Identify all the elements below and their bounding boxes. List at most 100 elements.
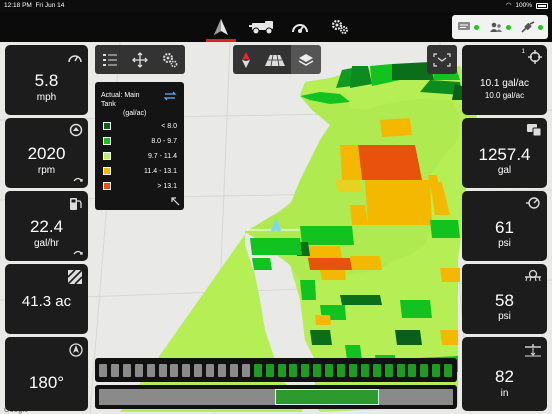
boom-section-indicator[interactable] [301,364,310,377]
boom-section-indicator[interactable] [384,364,393,377]
zoom-extents-button[interactable] [427,45,457,74]
tab-machine[interactable] [246,14,280,40]
collapse-arrow-icon[interactable] [171,197,180,206]
boom-section-indicator[interactable] [241,364,250,377]
fuel-rate-tile[interactable]: 22.4 gal/hr [5,191,88,261]
boom-sections-bar[interactable] [95,358,457,382]
legend-row: > 13.1 [103,182,177,190]
tab-settings[interactable] [326,14,354,40]
area-value: 41.3 ac [21,293,72,310]
boom-section-indicator[interactable] [229,364,238,377]
legend-range-label: < 8.0 [161,122,177,130]
boom-section-indicator[interactable] [444,364,453,377]
boom-section-indicator[interactable] [420,364,429,377]
boom-height-tile[interactable]: 82 in [462,337,547,411]
users-status[interactable] [489,21,511,33]
status-date: Fri Jun 14 [35,2,65,9]
boom-section-indicator[interactable] [122,364,131,377]
engine-rpm-tile[interactable]: 2020 rpm [5,118,88,188]
status-right: ◠ 100% [506,0,548,12]
boom-section-indicator[interactable] [289,364,298,377]
boom-section-indicator[interactable] [134,364,143,377]
boom-section-indicator[interactable] [265,364,274,377]
status-bar: 12:18 PM Fri Jun 14 ◠ 100% [0,0,552,12]
boom-section-indicator[interactable] [182,364,191,377]
swap-arrows-icon[interactable] [163,91,177,101]
boom-section-indicator[interactable] [325,364,334,377]
legend-row: 11.4 - 13.1 [103,167,177,175]
pump-pressure-tile[interactable]: 61 psi [462,191,547,261]
tab-gauges[interactable] [286,14,314,40]
boom-section-indicator[interactable] [408,364,417,377]
map-pan-button[interactable] [125,45,155,74]
boom-section-indicator[interactable] [158,364,167,377]
legend-range-label: 8.0 - 9.7 [151,137,177,145]
boom-section-indicator[interactable] [313,364,322,377]
north-arrow-icon [242,51,250,68]
application-rate-tile[interactable]: 1 10.1 gal/ac 10.0 gal/ac [462,45,547,115]
boom-section-indicator[interactable] [396,364,405,377]
battery-icon [536,3,548,9]
north-up-button[interactable] [233,45,259,74]
map-layers-button[interactable] [291,45,321,74]
top-navigation-bar [0,12,552,42]
boom-section-indicator[interactable] [372,364,381,377]
perspective-grid-icon [265,54,285,66]
master-track-left [99,389,275,405]
target-rate-icon [528,50,542,64]
boom-section-indicator[interactable] [277,364,286,377]
connection-ok-indicator [538,24,543,30]
boom-section-indicator[interactable] [99,364,107,377]
map-legend[interactable]: Actual: Main Tank (gal/ac) < 8.0 8.0 - 9… [95,82,184,210]
guidance-arrow-icon [214,19,228,35]
boom-section-indicator[interactable] [432,364,441,377]
legend-swatch [103,182,111,190]
area-tile[interactable]: 41.3 ac [5,264,88,334]
battery-percent: 100% [515,2,532,9]
list-icon [103,53,117,66]
boom-section-indicator[interactable] [206,364,215,377]
map-settings-button[interactable] [155,45,185,74]
legend-title-line2: Tank [101,101,116,108]
compass-icon [69,343,83,357]
boom-section-indicator[interactable] [170,364,179,377]
boom-pressure-tile[interactable]: 58 psi [462,264,547,334]
boom-section-indicator[interactable] [348,364,357,377]
boom-section-indicator[interactable] [194,364,203,377]
master-active-fill [275,389,379,405]
tank-volume-tile[interactable]: 1257.4 gal [462,118,547,188]
boom-section-indicator[interactable] [253,364,262,377]
actual-rate-value: 10.1 gal/ac [480,78,529,89]
master-switch-bar[interactable] [95,385,457,409]
boom-section-indicator[interactable] [110,364,119,377]
legend-row: < 8.0 [103,122,177,130]
legend-title: Actual: Main Tank [101,91,140,109]
pan-icon [132,51,148,68]
messages-status[interactable] [457,21,479,33]
pump-pressure-value: 61 [495,218,514,237]
speedometer-icon [68,55,82,63]
gears-icon [331,19,348,34]
wifi-icon: ◠ [505,2,512,9]
legend-row: 9.7 - 11.4 [103,152,177,160]
connection-status[interactable] [521,21,543,33]
map-list-button[interactable] [95,45,125,74]
boom-section-indicator[interactable] [360,364,369,377]
section-number: 1 [521,49,525,55]
perspective-view-button[interactable] [259,45,291,74]
legend-row: 8.0 - 9.7 [103,137,177,145]
status-time-date: 12:18 PM Fri Jun 14 [4,0,64,12]
speed-value: 5.8 [34,71,59,90]
connection-plug-icon [521,21,535,33]
boom-section-indicator[interactable] [146,364,155,377]
boom-pressure-value: 58 [495,291,514,310]
speed-tile[interactable]: 5.8 mph [5,45,88,115]
zoom-extents-icon [433,52,451,67]
tab-guidance[interactable] [206,14,236,42]
boom-height-icon [525,344,541,357]
heading-tile[interactable]: 180° [5,337,88,411]
speed-unit: mph [36,92,57,103]
boom-section-indicator[interactable] [337,364,345,377]
status-time: 12:18 PM [4,2,32,9]
boom-section-indicator[interactable] [218,364,226,377]
